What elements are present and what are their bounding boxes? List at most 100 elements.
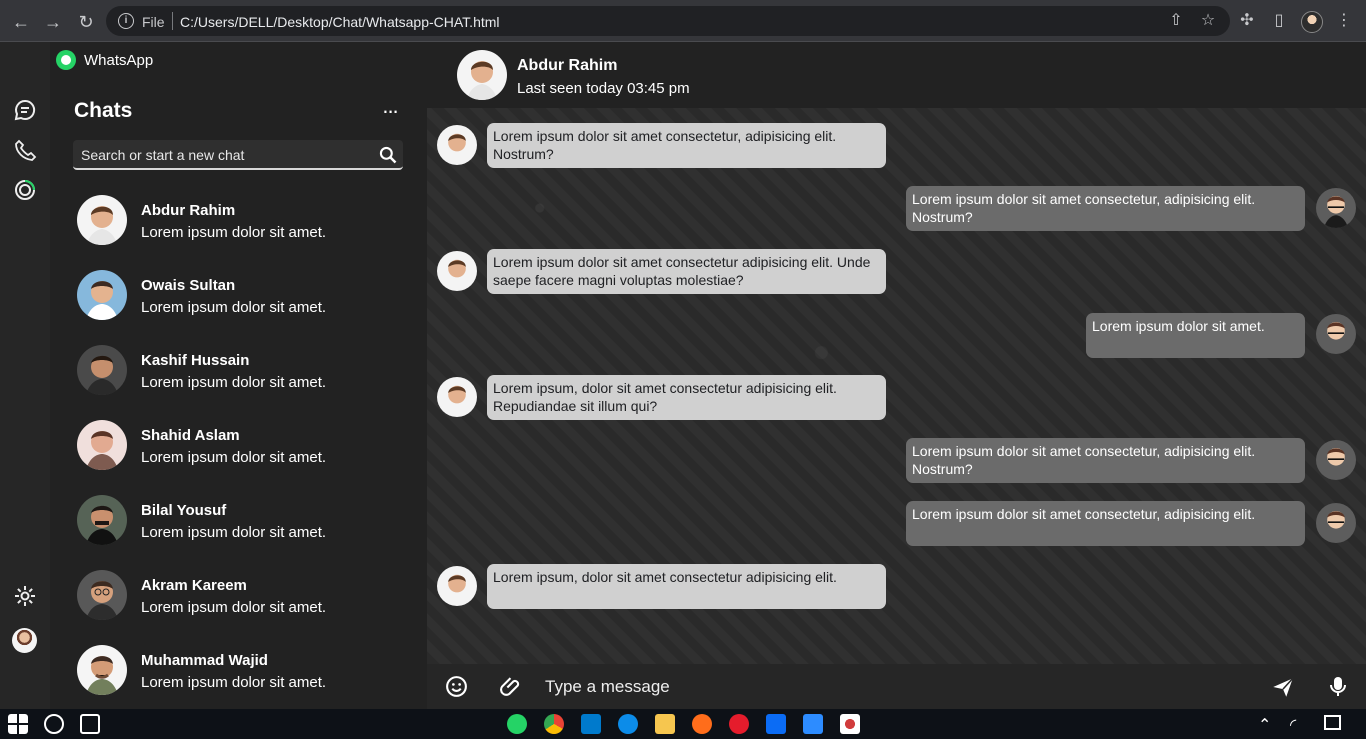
contact-name: Shahid Aslam [141, 427, 240, 444]
reload-icon[interactable]: ↻ [75, 11, 97, 33]
more-options-button[interactable]: ... [380, 95, 400, 120]
contact-name: Abdur Rahim [141, 202, 236, 219]
contact-name: Bilal Yousuf [141, 502, 227, 519]
message-avatar [437, 566, 477, 606]
microphone-icon[interactable] [1326, 674, 1350, 698]
emoji-icon[interactable] [444, 674, 469, 699]
message-avatar [437, 251, 477, 291]
left-rail [0, 42, 50, 709]
chat-list-item[interactable]: Owais Sultan Lorem ipsum dolor sit amet. [73, 270, 417, 334]
task-view-icon[interactable] [80, 714, 100, 734]
contact-avatar [77, 570, 127, 620]
contact-preview: Lorem ipsum dolor sit amet. [141, 674, 327, 691]
notifications-icon[interactable] [1324, 715, 1341, 730]
extensions-icon[interactable]: ✣ [1237, 11, 1257, 31]
browser-toolbar: ← → ↻ i File C:/Users/DELL/Desktop/Chat/… [0, 0, 1366, 42]
outgoing-message: Lorem ipsum dolor sit amet consectetur, … [906, 438, 1305, 483]
contact-preview: Lorem ipsum dolor sit amet. [141, 599, 327, 616]
chat-list-item[interactable]: Muhammad Wajid Lorem ipsum dolor sit amet… [73, 645, 417, 709]
contact-avatar [77, 195, 127, 245]
windows-taskbar: ⌃ ◜ [0, 709, 1366, 739]
taskbar-whatsapp-icon[interactable] [507, 714, 527, 734]
contact-preview: Lorem ipsum dolor sit amet. [141, 374, 327, 391]
whatsapp-logo-icon [56, 50, 76, 70]
settings-icon[interactable] [13, 584, 37, 608]
outgoing-message: Lorem ipsum dolor sit amet consectetur, … [906, 186, 1305, 231]
taskbar-edge-icon[interactable] [618, 714, 638, 734]
info-icon[interactable]: i [118, 13, 134, 29]
whatsapp-app: WhatsApp Chats ... Abdur Rahim Lorem ipsu… [0, 42, 1366, 709]
taskbar-firefox-icon[interactable] [692, 714, 712, 734]
contact-preview: Lorem ipsum dolor sit amet. [141, 524, 327, 541]
taskbar-opera-icon[interactable] [729, 714, 749, 734]
menu-icon[interactable]: ⋮ [1334, 11, 1354, 31]
message-avatar [437, 377, 477, 417]
contact-avatar[interactable] [457, 50, 507, 100]
windows-start-icon[interactable] [8, 714, 28, 734]
wifi-icon[interactable]: ◜ [1290, 715, 1296, 735]
message-input[interactable] [545, 673, 1235, 700]
incoming-message: Lorem ipsum, dolor sit amet consectetur … [487, 375, 886, 420]
message-avatar [1316, 440, 1356, 480]
search-input[interactable] [81, 144, 361, 166]
last-seen-status: Last seen today 03:45 pm [517, 80, 690, 97]
contact-avatar [77, 645, 127, 695]
message-avatar [1316, 314, 1356, 354]
contact-avatar [77, 270, 127, 320]
app-title: WhatsApp [84, 52, 154, 69]
message-composer [427, 664, 1366, 709]
send-icon[interactable] [1270, 674, 1296, 700]
attach-icon[interactable] [499, 674, 524, 699]
contact-avatar [77, 345, 127, 395]
chat-list-panel: WhatsApp Chats ... Abdur Rahim Lorem ipsu… [50, 42, 427, 709]
taskbar-chrome-icon[interactable] [544, 714, 564, 734]
chats-title: Chats [74, 99, 133, 122]
taskbar-search-icon[interactable] [44, 714, 64, 734]
conversation-header: Abdur Rahim Last seen today 03:45 pm [427, 42, 1366, 108]
outgoing-message: Lorem ipsum dolor sit amet consectetur, … [906, 501, 1305, 546]
chat-list-item[interactable]: Shahid Aslam Lorem ipsum dolor sit amet. [73, 420, 417, 484]
hidden-icons-chevron-icon[interactable]: ⌃ [1258, 715, 1271, 735]
browser-profile-avatar[interactable] [1301, 11, 1323, 33]
search-icon[interactable] [378, 145, 398, 165]
contact-name: Muhammad Wajid [141, 652, 268, 669]
back-icon[interactable]: ← [10, 11, 32, 33]
contact-avatar [77, 420, 127, 470]
taskbar-media-icon[interactable] [840, 714, 860, 734]
contact-name: Owais Sultan [141, 277, 236, 294]
taskbar-mail-icon[interactable] [766, 714, 786, 734]
incoming-message: Lorem ipsum dolor sit amet consectetur a… [487, 249, 886, 294]
chat-list-item[interactable]: Akram Kareem Lorem ipsum dolor sit amet. [73, 570, 417, 634]
forward-icon[interactable]: → [42, 11, 64, 33]
phone-icon[interactable] [13, 138, 37, 162]
file-label: File [142, 14, 165, 30]
star-icon[interactable]: ☆ [1198, 11, 1218, 31]
taskbar-vscode-icon[interactable] [581, 714, 601, 734]
chat-list-item[interactable]: Kashif Hussain Lorem ipsum dolor sit amet… [73, 345, 417, 409]
outgoing-message: Lorem ipsum dolor sit amet. [1086, 313, 1305, 358]
address-separator [172, 12, 173, 30]
contact-name: Kashif Hussain [141, 352, 250, 369]
taskbar-zoom-icon[interactable] [803, 714, 823, 734]
address-url[interactable]: C:/Users/DELL/Desktop/Chat/Whatsapp-CHAT… [180, 14, 500, 30]
search-box[interactable] [73, 140, 403, 170]
address-bar[interactable]: i File C:/Users/DELL/Desktop/Chat/Whatsa… [106, 6, 1230, 36]
message-history[interactable]: Lorem ipsum dolor sit amet consectetur, … [427, 108, 1366, 664]
message-avatar [1316, 188, 1356, 228]
conversation-pane: Abdur Rahim Last seen today 03:45 pm Lor… [427, 42, 1366, 709]
conversation-contact-name: Abdur Rahim [517, 57, 618, 74]
chat-icon[interactable] [13, 98, 37, 122]
message-avatar [437, 125, 477, 165]
side-panel-icon[interactable]: ▯ [1269, 11, 1289, 31]
share-icon[interactable]: ⇧ [1166, 11, 1186, 31]
taskbar-file-explorer-icon[interactable] [655, 714, 675, 734]
user-profile-avatar[interactable] [12, 628, 37, 653]
incoming-message: Lorem ipsum, dolor sit amet consectetur … [487, 564, 886, 609]
chat-list-item[interactable]: Bilal Yousuf Lorem ipsum dolor sit amet. [73, 495, 417, 559]
contact-preview: Lorem ipsum dolor sit amet. [141, 224, 327, 241]
contact-name: Akram Kareem [141, 577, 247, 594]
contact-preview: Lorem ipsum dolor sit amet. [141, 299, 327, 316]
contact-preview: Lorem ipsum dolor sit amet. [141, 449, 327, 466]
status-icon[interactable] [13, 178, 37, 202]
chat-list-item[interactable]: Abdur Rahim Lorem ipsum dolor sit amet. [73, 195, 417, 259]
